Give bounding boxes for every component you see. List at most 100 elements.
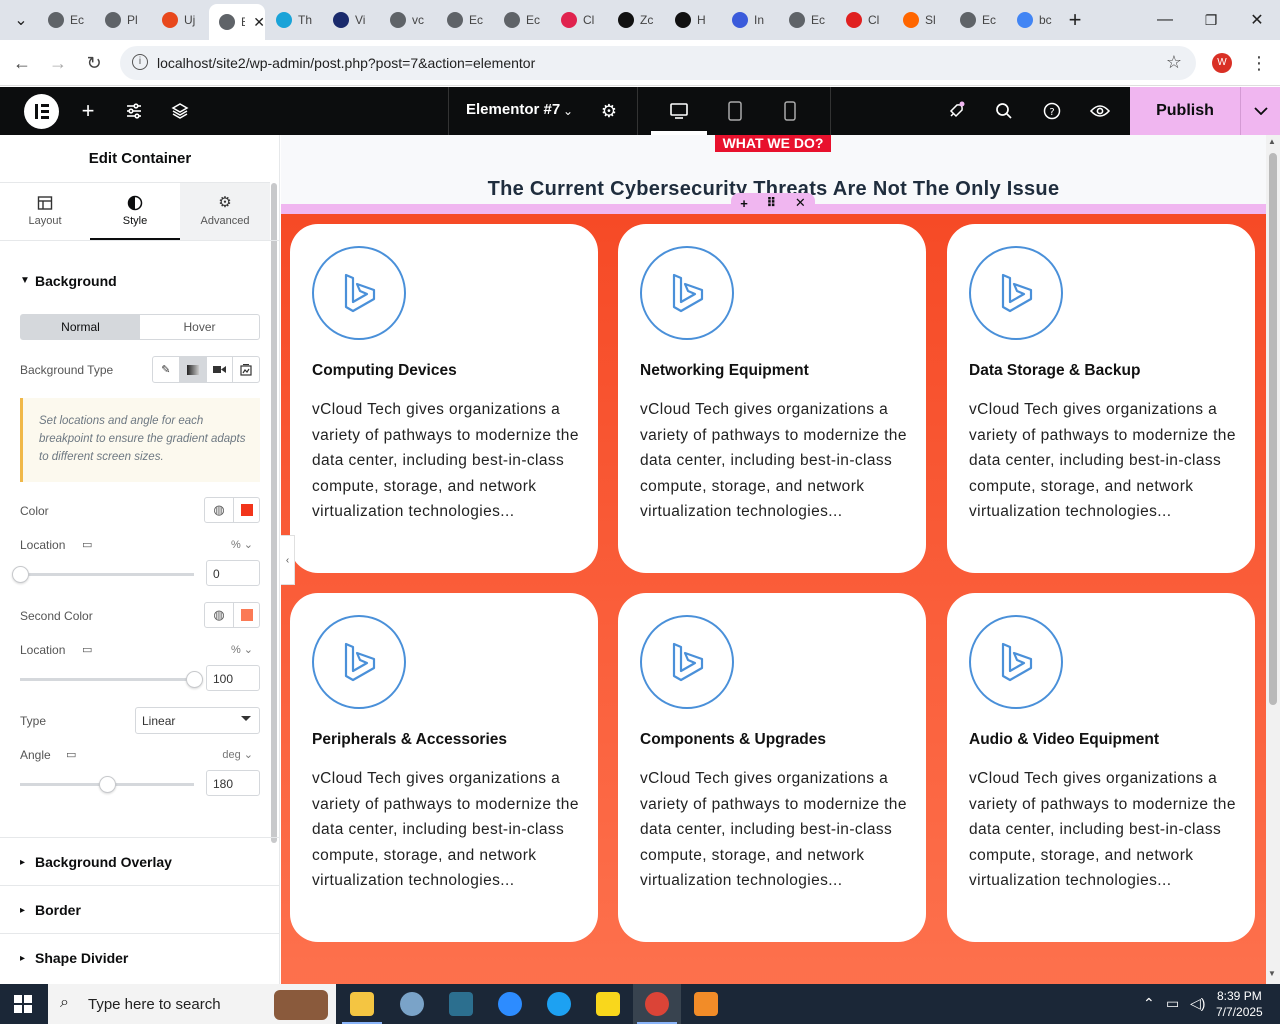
profile-avatar[interactable]: W — [1212, 53, 1232, 73]
volume-icon[interactable]: ◁) — [1190, 995, 1205, 1012]
file-explorer-icon[interactable] — [350, 992, 374, 1016]
publish-button[interactable]: Publish — [1130, 87, 1240, 135]
desktop-responsive-icon[interactable]: ▭ — [82, 538, 92, 551]
service-card[interactable]: Networking Equipment vCloud Tech gives or… — [618, 224, 926, 573]
service-card[interactable]: Data Storage & Backup vCloud Tech gives o… — [947, 224, 1255, 573]
second-location-slider-handle[interactable] — [186, 671, 203, 688]
tab-search-button[interactable]: ⌄ — [6, 8, 36, 32]
chrome-browser-icon[interactable] — [645, 992, 669, 1016]
service-card[interactable]: Computing Devices vCloud Tech gives organ… — [290, 224, 598, 573]
browser-tab[interactable]: Ec — [494, 6, 550, 34]
browser-tab[interactable]: H — [665, 6, 721, 34]
show-hidden-icons-chevron-icon[interactable]: ⌃ — [1143, 995, 1155, 1012]
browser-tab[interactable]: Uj — [152, 6, 208, 34]
mobile-device-icon[interactable] — [778, 99, 802, 123]
global-colors-icon[interactable]: ◍ — [211, 502, 227, 518]
add-container-icon[interactable]: + — [740, 196, 748, 211]
url-field[interactable]: i localhost/site2/wp-admin/post.php?post… — [120, 46, 1196, 80]
minimize-button[interactable]: — — [1150, 8, 1180, 32]
tablet-device-icon[interactable] — [723, 99, 747, 123]
color-picker[interactable]: ◍ — [204, 497, 260, 523]
browser-tab[interactable]: Cl — [551, 6, 607, 34]
structure-layers-icon[interactable] — [168, 99, 192, 123]
browser-tab[interactable]: Ec ✕ — [209, 4, 265, 40]
second-location-input[interactable]: 100 — [206, 665, 260, 691]
angle-slider[interactable] — [20, 776, 194, 793]
search-icon[interactable] — [992, 99, 1016, 123]
site-info-icon[interactable]: i — [132, 54, 148, 70]
windows-start-icon[interactable] — [14, 995, 32, 1013]
location-unit[interactable]: % ⌄ — [231, 538, 253, 551]
hover-state-button[interactable]: Hover — [140, 315, 259, 339]
scroll-down-arrow-icon[interactable]: ▼ — [1268, 969, 1276, 978]
delete-container-icon[interactable]: ✕ — [795, 195, 806, 211]
publish-options-chevron-icon[interactable] — [1240, 87, 1280, 135]
chevron-down-icon[interactable]: ⌄ — [556, 99, 580, 123]
location-input[interactable]: 0 — [206, 560, 260, 586]
bookmark-star-icon[interactable]: ☆ — [1166, 52, 1182, 73]
normal-state-button[interactable]: Normal — [21, 315, 140, 339]
network-icon[interactable]: ▭ — [1166, 995, 1179, 1012]
second-location-unit[interactable]: % ⌄ — [231, 643, 253, 656]
scroll-up-arrow-icon[interactable]: ▲ — [1268, 137, 1276, 146]
edge-browser-icon[interactable] — [547, 992, 571, 1016]
browser-tab[interactable]: Vi — [323, 6, 379, 34]
service-card[interactable]: Audio & Video Equipment vCloud Tech gives… — [947, 593, 1255, 942]
taskbar-search-field[interactable]: ⌕ Type here to search — [48, 984, 336, 1024]
notifications-rocket-icon[interactable] — [944, 99, 968, 123]
browser-tab[interactable]: Pl — [95, 6, 151, 34]
browser-tab[interactable]: bc — [1007, 6, 1063, 34]
browser-tab[interactable]: Ec — [437, 6, 493, 34]
eyebrow-badge[interactable]: WHAT WE DO? — [715, 135, 831, 152]
new-tab-button[interactable]: + — [1060, 7, 1090, 32]
location-slider-handle[interactable] — [12, 566, 29, 583]
reload-icon[interactable]: ↻ — [81, 50, 107, 76]
restore-button[interactable]: ❐ — [1196, 8, 1226, 32]
xampp-icon[interactable] — [694, 992, 718, 1016]
browser-tab[interactable]: In — [722, 6, 778, 34]
browser-tab[interactable]: Ec — [779, 6, 835, 34]
elementor-logo-icon[interactable] — [24, 94, 59, 129]
gradient-type-select[interactable]: Linear — [135, 707, 260, 734]
drag-handle-icon[interactable]: ⠿ — [766, 195, 776, 211]
collapse-panel-chevron-icon[interactable]: ‹ — [281, 535, 295, 585]
panel-scrollbar[interactable] — [271, 183, 277, 843]
tab-advanced[interactable]: ⚙ Advanced — [180, 183, 270, 241]
border-section-toggle[interactable]: Border — [35, 902, 81, 918]
close-window-button[interactable]: ✕ — [1242, 8, 1272, 32]
classic-brush-icon[interactable]: ✎ — [153, 357, 180, 382]
desktop-responsive-icon[interactable]: ▭ — [82, 643, 92, 656]
system-clock[interactable]: 8:39 PM 7/7/2025 — [1216, 988, 1263, 1020]
forward-icon[interactable]: → — [45, 50, 71, 76]
paint-app-icon[interactable] — [400, 992, 424, 1016]
slideshow-icon[interactable] — [233, 357, 259, 382]
preview-eye-icon[interactable] — [1088, 99, 1112, 123]
shape-divider-section-toggle[interactable]: Shape Divider — [35, 950, 128, 966]
browser-tab[interactable]: Ec — [950, 6, 1006, 34]
angle-input[interactable]: 180 — [206, 770, 260, 796]
second-color-swatch[interactable] — [241, 609, 253, 621]
add-element-icon[interactable]: + — [76, 98, 100, 123]
back-icon[interactable]: ← — [9, 50, 35, 76]
app-hex-icon[interactable] — [449, 992, 473, 1016]
container-handle[interactable]: + ⠿ ✕ — [731, 193, 815, 213]
close-tab-icon[interactable]: ✕ — [253, 14, 265, 31]
service-card[interactable]: Components & Upgrades vCloud Tech gives o… — [618, 593, 926, 942]
page-settings-gear-icon[interactable]: ⚙ — [597, 99, 621, 123]
background-section-toggle[interactable]: Background — [35, 273, 117, 289]
browser-tab[interactable]: Zc — [608, 6, 664, 34]
tab-style[interactable]: Style — [90, 183, 180, 241]
service-card[interactable]: Peripherals & Accessories vCloud Tech giv… — [290, 593, 598, 942]
browser-tab[interactable]: Ec — [38, 6, 94, 34]
browser-tab[interactable]: vc — [380, 6, 436, 34]
browser-menu-icon[interactable]: ⋮ — [1246, 50, 1272, 76]
tab-layout[interactable]: Layout — [0, 183, 90, 241]
canvas-scrollbar[interactable]: ▲ ▼ — [1266, 135, 1280, 984]
browser-tab[interactable]: Th — [266, 6, 322, 34]
video-camera-icon[interactable] — [207, 357, 234, 382]
zoom-app-icon[interactable] — [498, 992, 522, 1016]
document-title[interactable]: Elementor #7 — [466, 101, 560, 118]
second-location-slider[interactable] — [20, 671, 203, 688]
site-settings-icon[interactable] — [122, 99, 146, 123]
browser-tab[interactable]: Cl — [836, 6, 892, 34]
